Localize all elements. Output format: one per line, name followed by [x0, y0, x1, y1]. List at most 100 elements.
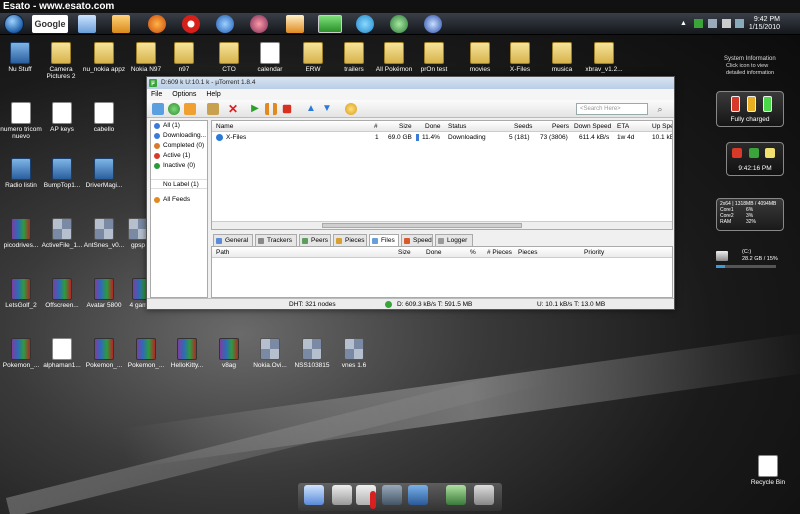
tab-speed[interactable]: Speed — [401, 234, 433, 246]
col-status[interactable]: Status — [448, 121, 466, 132]
remove-icon[interactable]: ✕ — [227, 103, 239, 115]
rss-icon[interactable] — [184, 103, 196, 115]
google-button[interactable]: Google — [32, 15, 68, 33]
desktop-icon[interactable]: Camera Pictures 2 — [37, 42, 85, 80]
desktop-icon[interactable]: Nokia.Ovi... — [246, 338, 294, 369]
sidebar-item[interactable]: All (1) — [151, 121, 207, 131]
photos-dock-icon[interactable] — [382, 485, 402, 505]
sidebar-item[interactable]: All Feeds — [151, 195, 207, 205]
opera-icon[interactable] — [182, 15, 200, 33]
explorer-icon[interactable] — [78, 15, 96, 33]
messenger-icon[interactable] — [390, 15, 408, 33]
desktop-icon[interactable]: DriverMagi... — [80, 158, 128, 189]
col-size[interactable]: Size — [399, 121, 412, 132]
col-pieces[interactable]: Pieces — [518, 247, 538, 258]
utorrent-taskbar-icon[interactable] — [318, 15, 342, 33]
firefox-icon[interactable] — [148, 15, 166, 33]
create-torrent-icon[interactable] — [207, 103, 219, 115]
desktop-icon[interactable]: X-Files — [496, 42, 544, 73]
tab-logger[interactable]: Logger — [435, 234, 473, 246]
browser-icon[interactable] — [424, 15, 442, 33]
desktop-icon[interactable]: nu_nokia appz — [80, 42, 128, 73]
menu-options[interactable]: Options — [172, 91, 196, 98]
sidebar-item[interactable]: No Label (1) — [151, 179, 207, 189]
desktop-icon[interactable]: Recycle Bin — [744, 455, 792, 486]
add-torrent-icon[interactable] — [152, 103, 164, 115]
start-icon[interactable]: ▶ — [249, 103, 261, 115]
preferences-icon[interactable] — [345, 103, 357, 115]
desktop-icon[interactable]: AP keys — [38, 102, 86, 133]
tab-pieces[interactable]: Pieces — [333, 234, 367, 246]
app-icon-2[interactable] — [286, 15, 304, 33]
power-icon[interactable] — [735, 19, 744, 28]
desktop-icon[interactable]: HelloKitty... — [163, 338, 211, 369]
desktop-icon[interactable]: vnes 1.6 — [330, 338, 378, 369]
app-icon[interactable] — [250, 15, 268, 33]
note-gadget-icon[interactable] — [765, 148, 775, 158]
start-button[interactable] — [4, 14, 24, 34]
desktop-icon[interactable]: NSS103815 — [288, 338, 336, 369]
tab-general[interactable]: General — [213, 234, 253, 246]
tab-peers[interactable]: Peers — [299, 234, 331, 246]
col-number[interactable]: # — [374, 121, 378, 132]
skype-icon[interactable] — [356, 15, 374, 33]
stop-icon[interactable] — [282, 104, 292, 114]
col-eta[interactable]: ETA — [617, 121, 629, 132]
sidebar-item[interactable]: Downloading... — [151, 131, 207, 141]
move-down-icon[interactable]: ▼ — [321, 103, 333, 115]
pause-icon[interactable] — [265, 103, 277, 115]
desktop-icon[interactable]: ActiveFile_1... — [38, 218, 86, 249]
col-seeds[interactable]: Seeds — [514, 121, 532, 132]
col-up-speed[interactable]: Up Spe — [652, 121, 672, 132]
col-num-pieces[interactable]: # Pieces — [487, 247, 512, 258]
system-info-gadget[interactable]: System Information Click icon to view de… — [716, 56, 784, 88]
taskbar-clock[interactable]: 9:42 PM 1/15/2010 — [749, 16, 780, 32]
desktop-icon[interactable]: cabello — [80, 102, 128, 133]
desktop-icon[interactable]: prOn test — [410, 42, 458, 73]
desktop-icon[interactable]: BumpTop1... — [38, 158, 86, 189]
col-done[interactable]: Done — [425, 121, 441, 132]
network-tray-icon[interactable] — [708, 19, 717, 28]
desktop-icon[interactable]: Pokemon_... — [80, 338, 128, 369]
scrollbar-thumb[interactable] — [322, 223, 522, 228]
col-down-speed[interactable]: Down Speed — [574, 121, 611, 132]
sidebar-item[interactable]: Completed (0) — [151, 141, 207, 151]
horizontal-scrollbar[interactable] — [212, 221, 672, 229]
utorrent-window[interactable]: µ D:609 k U:10.1 k - µTorrent 1.8.4 File… — [146, 76, 675, 310]
col-priority[interactable]: Priority — [584, 247, 604, 258]
drive-gadget[interactable]: (C:) 28.2 GB / 15% — [716, 247, 784, 271]
desktop-icon[interactable]: musica — [538, 42, 586, 73]
search-input[interactable]: <Search Here> — [576, 103, 648, 115]
window-titlebar[interactable]: µ D:609 k U:10.1 k - µTorrent 1.8.4 — [147, 77, 674, 89]
col-path[interactable]: Path — [216, 247, 229, 258]
media-player-icon[interactable] — [112, 15, 130, 33]
search-icon[interactable]: ⌕ — [654, 103, 666, 115]
desktop-icon[interactable]: alphaman1... — [38, 338, 86, 369]
col-file-done[interactable]: Done — [426, 247, 442, 258]
torrent-row[interactable]: X-Files 1 69.0 GB 11.4% Downloading 5 (1… — [212, 132, 672, 143]
cpu-meter-gadget[interactable]: 2x64 | 1318MB / 4094MB Core1 6% Core2 3% RAM… — [716, 198, 784, 231]
internet-explorer-icon[interactable] — [216, 15, 234, 33]
sidebar-item[interactable]: Inactive (0) — [151, 161, 207, 171]
tab-trackers[interactable]: Trackers — [255, 234, 297, 246]
desktop-icon[interactable]: calendar — [246, 42, 294, 73]
power-gadget-icon[interactable] — [732, 148, 742, 158]
battery-gadget[interactable]: Fully charged — [716, 91, 784, 127]
sidebar-item[interactable]: Active (1) — [151, 151, 207, 161]
app-gadget-icon[interactable] — [749, 148, 759, 158]
printer-dock-icon[interactable] — [332, 485, 352, 505]
menu-file[interactable]: File — [151, 91, 162, 98]
col-percent[interactable]: % — [470, 247, 476, 258]
computer-dock-icon[interactable] — [304, 485, 324, 505]
desktop-icon[interactable]: xbrav_v1.2... — [580, 42, 628, 73]
tray-arrow-icon[interactable]: ▲ — [680, 19, 687, 28]
menu-help[interactable]: Help — [206, 91, 220, 98]
volume-icon[interactable] — [722, 19, 731, 28]
move-up-icon[interactable]: ▲ — [305, 103, 317, 115]
utorrent-tray-icon[interactable] — [694, 19, 703, 28]
col-name[interactable]: Name — [216, 121, 233, 132]
desktop-icon[interactable]: n97 — [160, 42, 208, 73]
tab-files[interactable]: Files — [369, 234, 399, 246]
monitor-dock-icon[interactable] — [446, 485, 466, 505]
add-url-icon[interactable] — [168, 103, 180, 115]
